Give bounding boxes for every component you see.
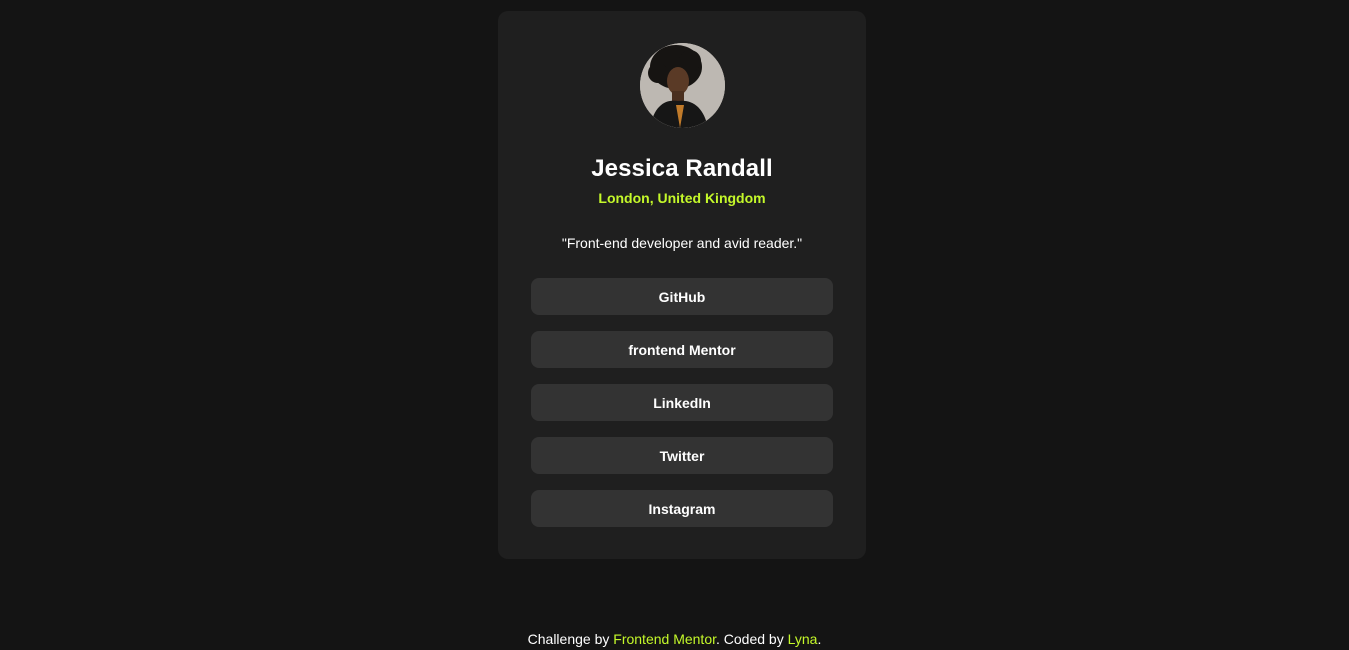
frontend-mentor-link-button[interactable]: frontend Mentor [531,331,833,368]
github-link-button[interactable]: GitHub [531,278,833,315]
avatar [640,43,725,128]
profile-bio: "Front-end developer and avid reader." [561,235,803,251]
avatar-image [640,43,725,128]
profile-card: Jessica Randall London, United Kingdom "… [498,11,866,559]
footer-middle: . Coded by [716,631,788,647]
footer-suffix: . [817,631,822,647]
author-link[interactable]: Lyna [788,631,818,647]
page: Jessica Randall London, United Kingdom "… [0,0,1349,650]
profile-name: Jessica Randall [591,155,773,182]
instagram-link-button[interactable]: Instagram [531,490,833,527]
footer-prefix: Challenge by [527,631,614,647]
profile-location: London, United Kingdom [598,190,766,206]
linkedin-link-button[interactable]: LinkedIn [531,384,833,421]
frontend-mentor-attribution-link[interactable]: Frontend Mentor [613,631,716,647]
attribution-footer: Challenge by Frontend Mentor. Coded by L… [0,631,1349,647]
social-links: GitHub frontend Mentor LinkedIn Twitter … [531,278,833,543]
twitter-link-button[interactable]: Twitter [531,437,833,474]
